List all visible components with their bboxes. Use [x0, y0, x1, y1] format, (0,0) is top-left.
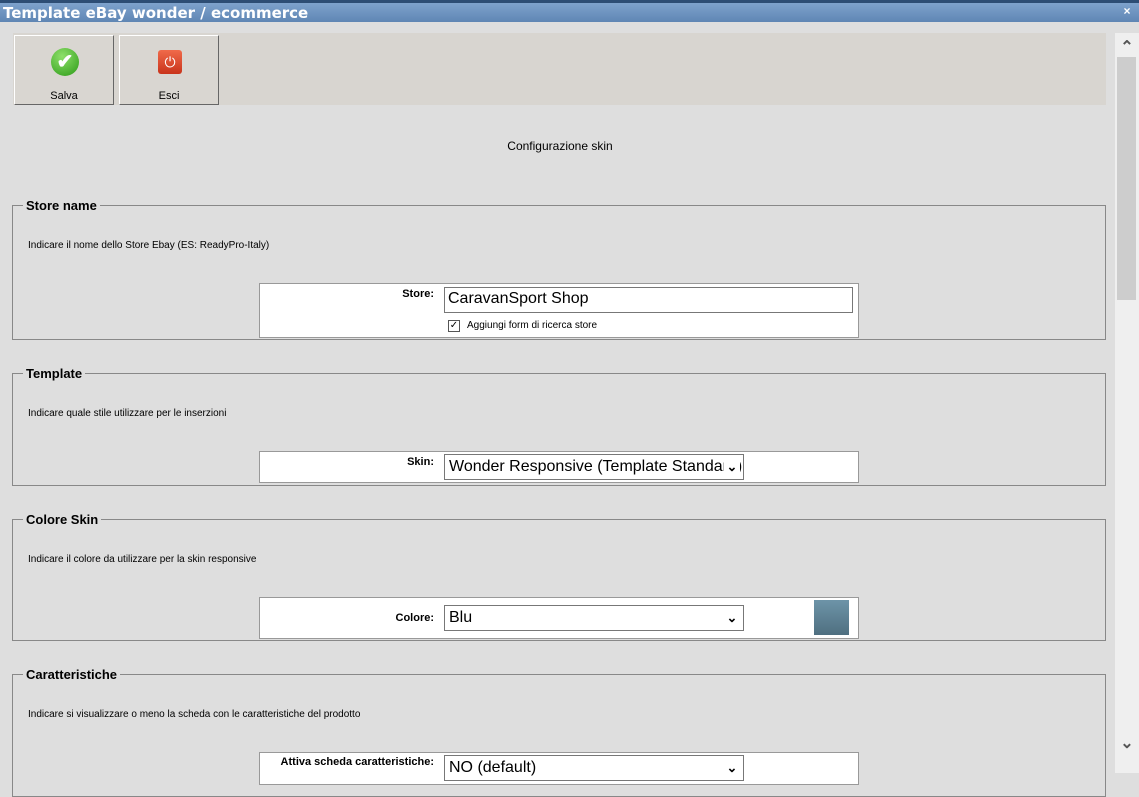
section-caratteristiche: Caratteristiche Indicare si visualizzare…	[12, 667, 1106, 797]
skin-box: Skin: Wonder Responsive (Template Standa…	[259, 451, 859, 483]
color-select[interactable]: Blu ⌄	[444, 605, 744, 631]
window-title: Template eBay wonder / ecommerce	[3, 4, 309, 22]
search-form-checkbox-label: Aggiungi form di ricerca store	[467, 320, 598, 331]
store-label: Store:	[402, 288, 434, 300]
chevron-down-icon: ⌄	[724, 606, 740, 630]
scrollbar-thumb[interactable]	[1117, 57, 1136, 300]
skin-label: Skin:	[407, 456, 434, 468]
section-store-name: Store name Indicare il nome dello Store …	[12, 198, 1106, 340]
scroll-up-icon[interactable]: ⌃	[1115, 37, 1139, 57]
toolbar: ✔ Salva ⏻ Esci	[13, 33, 1106, 105]
features-label: Attiva scheda caratteristiche:	[280, 756, 434, 768]
color-label: Colore:	[395, 612, 435, 624]
section-description: Indicare il nome dello Store Ebay (ES: R…	[28, 240, 270, 251]
store-input[interactable]: CaravanSport Shop	[444, 287, 853, 313]
title-bar: Template eBay wonder / ecommerce ×	[0, 0, 1139, 22]
chevron-down-icon: ⌄	[724, 756, 740, 780]
section-description: Indicare quale stile utilizzare per le i…	[28, 408, 227, 419]
vertical-scrollbar[interactable]: ⌃ ⌄	[1115, 33, 1139, 773]
page-title: Configurazione skin	[507, 139, 613, 153]
close-icon[interactable]: ×	[1121, 5, 1133, 17]
section-description: Indicare si visualizzare o meno la sched…	[28, 709, 361, 720]
color-swatch	[814, 600, 849, 635]
section-legend: Template	[26, 366, 83, 381]
search-form-checkbox[interactable]: ✓	[448, 320, 460, 332]
section-legend: Store name	[26, 198, 97, 213]
save-button[interactable]: ✔ Salva	[14, 35, 114, 105]
features-select[interactable]: NO (default) ⌄	[444, 755, 744, 781]
features-value: NO (default)	[449, 759, 537, 776]
skin-value: Wonder Responsive (Template Standard)	[449, 458, 743, 475]
skin-select[interactable]: Wonder Responsive (Template Standard) ⌄	[444, 454, 744, 480]
exit-button[interactable]: ⏻ Esci	[119, 35, 219, 105]
power-icon: ⏻	[158, 50, 182, 74]
section-description: Indicare il colore da utilizzare per la …	[28, 554, 257, 565]
color-box: Colore: Blu ⌄	[259, 597, 859, 639]
store-box: Store: CaravanSport Shop ✓ Aggiungi form…	[259, 283, 859, 338]
section-legend: Caratteristiche	[26, 667, 118, 682]
color-value: Blu	[449, 609, 473, 626]
exit-label: Esci	[158, 90, 180, 102]
chevron-down-icon: ⌄	[724, 455, 740, 479]
section-template: Template Indicare quale stile utilizzare…	[12, 366, 1106, 486]
features-box: Attiva scheda caratteristiche: NO (defau…	[259, 752, 859, 785]
scroll-down-icon[interactable]: ⌄	[1115, 733, 1139, 753]
save-label: Salva	[50, 90, 78, 102]
check-icon: ✔	[51, 48, 79, 76]
section-colore-skin: Colore Skin Indicare il colore da utiliz…	[12, 512, 1106, 641]
section-legend: Colore Skin	[26, 512, 99, 527]
